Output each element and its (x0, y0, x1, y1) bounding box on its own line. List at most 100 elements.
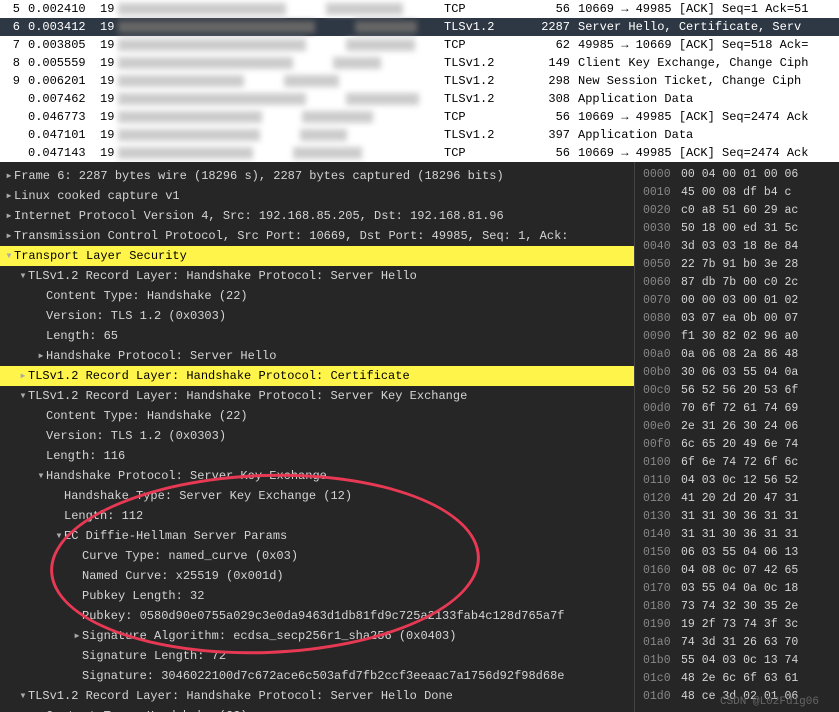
expand-caret-icon[interactable]: ▾ (18, 387, 28, 405)
hex-row[interactable]: 012041 20 2d 20 47 31 (643, 490, 835, 508)
tree-item[interactable]: Curve Type: named_curve (0x03) (0, 546, 634, 566)
expand-caret-icon[interactable]: ▾ (54, 527, 64, 545)
tree-item[interactable]: ▾TLSv1.2 Record Layer: Handshake Protoco… (0, 386, 634, 406)
tree-item[interactable]: Named Curve: x25519 (0x001d) (0, 566, 634, 586)
expand-caret-icon[interactable]: ▾ (18, 687, 28, 705)
packet-length: 56 (528, 110, 570, 124)
hex-row[interactable]: 017003 55 04 0a 0c 18 (643, 580, 835, 598)
packet-time: 0.003412 (20, 20, 92, 34)
tree-item[interactable]: Handshake Type: Server Key Exchange (12) (0, 486, 634, 506)
hex-row[interactable]: 00a00a 06 08 2a 86 48 (643, 346, 835, 364)
hex-row[interactable]: 001045 00 08 df b4 c (643, 184, 835, 202)
tree-item[interactable]: ▸Signature Algorithm: ecdsa_secp256r1_sh… (0, 626, 634, 646)
hex-row[interactable]: 00f06c 65 20 49 6e 74 (643, 436, 835, 454)
hex-dump-pane[interactable]: 000000 04 00 01 00 06001045 00 08 df b4 … (634, 162, 839, 712)
packet-time: 0.005559 (20, 56, 92, 70)
hex-row[interactable]: 014031 31 30 36 31 31 (643, 526, 835, 544)
tree-item[interactable]: ▸Linux cooked capture v1 (0, 186, 634, 206)
hex-row[interactable]: 015006 03 55 04 06 13 (643, 544, 835, 562)
hex-offset: 0070 (643, 292, 681, 310)
tree-item[interactable]: ▾TLSv1.2 Record Layer: Handshake Protoco… (0, 686, 634, 706)
expand-caret-icon[interactable]: ▾ (36, 467, 46, 485)
hex-row[interactable]: 006087 db 7b 00 c0 2c (643, 274, 835, 292)
tree-item[interactable]: Version: TLS 1.2 (0x0303) (0, 306, 634, 326)
packet-num: 8 (0, 56, 20, 70)
hex-offset: 0030 (643, 220, 681, 238)
tree-label: Length: 65 (46, 329, 118, 343)
expand-caret-icon[interactable]: ▸ (4, 187, 14, 205)
tree-label: Signature: 3046022100d7c672ace6c503afd7f… (82, 669, 564, 683)
packet-info: Application Data (570, 128, 839, 142)
tree-label: Curve Type: named_curve (0x03) (82, 549, 298, 563)
packet-row[interactable]: 0.04714319TCP5610669 → 49985 [ACK] Seq=2… (0, 144, 839, 162)
tree-item[interactable]: ▾Handshake Protocol: Server Key Exchange (0, 466, 634, 486)
expand-caret-icon[interactable]: ▸ (72, 627, 82, 645)
hex-row[interactable]: 01006f 6e 74 72 6f 6c (643, 454, 835, 472)
tree-item[interactable]: Pubkey: 0580d90e0755a029c3e0da9463d1db81… (0, 606, 634, 626)
tree-item[interactable]: Version: TLS 1.2 (0x0303) (0, 426, 634, 446)
hex-row[interactable]: 00b030 06 03 55 04 0a (643, 364, 835, 382)
tree-item[interactable]: ▸Transmission Control Protocol, Src Port… (0, 226, 634, 246)
hex-row[interactable]: 013031 31 30 36 31 31 (643, 508, 835, 526)
expand-caret-icon[interactable]: ▸ (36, 347, 46, 365)
hex-row[interactable]: 00e02e 31 26 30 24 06 (643, 418, 835, 436)
hex-row[interactable]: 0020c0 a8 51 60 29 ac (643, 202, 835, 220)
expand-caret-icon[interactable]: ▸ (4, 227, 14, 245)
packet-row[interactable]: 50.00241019TCP5610669 → 49985 [ACK] Seq=… (0, 0, 839, 18)
hex-row[interactable]: 00c056 52 56 20 53 6f (643, 382, 835, 400)
tree-item[interactable]: Signature: 3046022100d7c672ace6c503afd7f… (0, 666, 634, 686)
hex-row[interactable]: 018073 74 32 30 35 2e (643, 598, 835, 616)
hex-row[interactable]: 00d070 6f 72 61 74 69 (643, 400, 835, 418)
expand-caret-icon[interactable]: ▾ (18, 267, 28, 285)
tree-label: Named Curve: x25519 (0x001d) (82, 569, 284, 583)
protocol-tree[interactable]: ▸Frame 6: 2287 bytes wire (18296 s), 228… (0, 162, 634, 712)
tree-item[interactable]: ▾Transport Layer Security (0, 246, 634, 266)
packet-row[interactable]: 90.00620119TLSv1.2298New Session Ticket,… (0, 72, 839, 90)
expand-caret-icon[interactable]: ▸ (4, 207, 14, 225)
hex-row[interactable]: 01c048 2e 6c 6f 63 61 (643, 670, 835, 688)
tree-item[interactable]: Length: 65 (0, 326, 634, 346)
packet-protocol: TCP (444, 2, 528, 16)
tree-item[interactable]: Signature Length: 72 (0, 646, 634, 666)
hex-row[interactable]: 0090f1 30 82 02 96 a0 (643, 328, 835, 346)
tree-item[interactable]: ▸Frame 6: 2287 bytes wire (18296 s), 228… (0, 166, 634, 186)
hex-row[interactable]: 003050 18 00 ed 31 5c (643, 220, 835, 238)
hex-bytes: 73 74 32 30 35 2e (681, 600, 798, 613)
hex-row[interactable]: 000000 04 00 01 00 06 (643, 166, 835, 184)
packet-list-pane[interactable]: 50.00241019TCP5610669 → 49985 [ACK] Seq=… (0, 0, 839, 162)
tree-item[interactable]: Content Type: Handshake (22) (0, 406, 634, 426)
hex-row[interactable]: 01a074 3d 31 26 63 70 (643, 634, 835, 652)
expand-caret-icon[interactable]: ▾ (4, 247, 14, 265)
tree-item[interactable]: ▾TLSv1.2 Record Layer: Handshake Protoco… (0, 266, 634, 286)
hex-row[interactable]: 019019 2f 73 74 3f 3c (643, 616, 835, 634)
tree-item[interactable]: ▸Internet Protocol Version 4, Src: 192.1… (0, 206, 634, 226)
tree-label: Handshake Protocol: Server Key Exchange (46, 469, 327, 483)
packet-row[interactable]: 0.04677319TCP5610669 → 49985 [ACK] Seq=2… (0, 108, 839, 126)
tree-item[interactable]: ▾EC Diffie-Hellman Server Params (0, 526, 634, 546)
packet-row[interactable]: 80.00555919TLSv1.2149Client Key Exchange… (0, 54, 839, 72)
hex-row[interactable]: 005022 7b 91 b0 3e 28 (643, 256, 835, 274)
hex-row[interactable]: 016004 08 0c 07 42 65 (643, 562, 835, 580)
tree-item[interactable]: Content Type: Handshake (22) (0, 286, 634, 306)
tree-item[interactable]: Content Type: Handshake (22) (0, 706, 634, 712)
hex-offset: 0180 (643, 598, 681, 616)
packet-row[interactable]: 0.00746219TLSv1.2308Application Data (0, 90, 839, 108)
tree-item[interactable]: Length: 116 (0, 446, 634, 466)
expand-caret-icon[interactable]: ▸ (4, 167, 14, 185)
tree-item[interactable]: Length: 112 (0, 506, 634, 526)
packet-num: 5 (0, 2, 20, 16)
packet-row[interactable]: 0.04710119TLSv1.2397Application Data (0, 126, 839, 144)
packet-row[interactable]: 60.00341219TLSv1.22287Server Hello, Cert… (0, 18, 839, 36)
tree-label: TLSv1.2 Record Layer: Handshake Protocol… (28, 269, 417, 283)
hex-offset: 0190 (643, 616, 681, 634)
tree-item[interactable]: ▸TLSv1.2 Record Layer: Handshake Protoco… (0, 366, 634, 386)
hex-row[interactable]: 008003 07 ea 0b 00 07 (643, 310, 835, 328)
packet-row[interactable]: 70.00380519TCP6249985 → 10669 [ACK] Seq=… (0, 36, 839, 54)
expand-caret-icon[interactable]: ▸ (18, 367, 28, 385)
hex-row[interactable]: 011004 03 0c 12 56 52 (643, 472, 835, 490)
tree-item[interactable]: ▸Handshake Protocol: Server Hello (0, 346, 634, 366)
hex-row[interactable]: 01b055 04 03 0c 13 74 (643, 652, 835, 670)
hex-row[interactable]: 00403d 03 03 18 8e 84 (643, 238, 835, 256)
hex-row[interactable]: 007000 00 03 00 01 02 (643, 292, 835, 310)
tree-item[interactable]: Pubkey Length: 32 (0, 586, 634, 606)
